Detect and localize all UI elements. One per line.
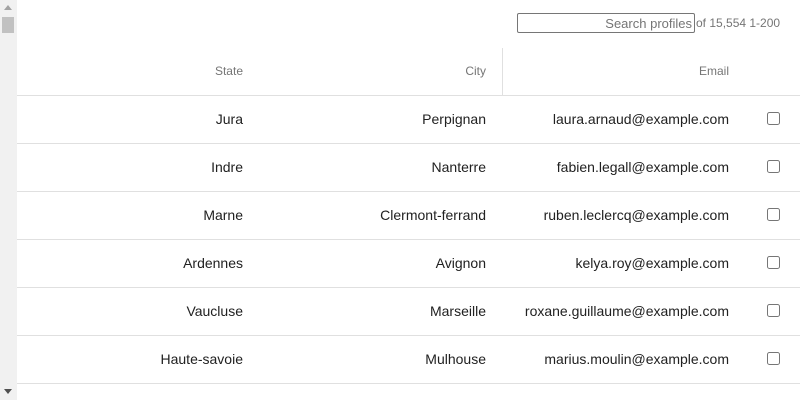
row-select-checkbox-wrapper — [767, 112, 780, 125]
table-toolbar: of 15,554 1-200 — [17, 0, 800, 48]
profiles-table-view: of 15,554 1-200 State City Email Jura Per… — [0, 0, 800, 400]
row-select-checkbox[interactable] — [767, 208, 780, 221]
table-row[interactable]: Indre Nanterre fabien.legall@example.com — [17, 144, 800, 192]
row-select-checkbox-wrapper — [767, 256, 780, 269]
column-header-email[interactable]: Email — [503, 48, 729, 95]
search-profiles-input[interactable] — [517, 13, 695, 33]
cell-city: Clermont-ferrand — [380, 207, 486, 223]
table-row[interactable]: Ardennes Avignon kelya.roy@example.com — [17, 240, 800, 288]
row-select-checkbox[interactable] — [767, 304, 780, 317]
cell-state: Ardennes — [183, 255, 243, 271]
column-header-city[interactable]: City — [243, 48, 486, 95]
scroll-up-arrow-icon[interactable] — [4, 5, 12, 10]
table-body: Jura Perpignan laura.arnaud@example.com Ind… — [17, 96, 800, 384]
table-row[interactable]: Marne Clermont-ferrand ruben.leclercq@exam… — [17, 192, 800, 240]
cell-state: Haute-savoie — [160, 351, 244, 367]
cell-email: marius.moulin@example.com — [544, 351, 729, 367]
cell-city: Mulhouse — [425, 351, 486, 367]
cell-city: Perpignan — [422, 111, 486, 127]
cell-email: laura.arnaud@example.com — [552, 111, 729, 127]
row-select-checkbox[interactable] — [767, 112, 780, 125]
cell-email: ruben.leclercq@example.com — [543, 207, 729, 223]
row-select-checkbox-wrapper — [767, 304, 780, 317]
cell-state: Indre — [211, 159, 243, 175]
row-select-checkbox[interactable] — [767, 160, 780, 173]
table-row[interactable]: Haute-savoie Mulhouse marius.moulin@exampl… — [17, 336, 800, 384]
cell-city: Avignon — [435, 255, 486, 271]
cell-city: Marseille — [429, 303, 486, 319]
table-row[interactable]: Vaucluse Marseille roxane.guillaume@exampl… — [17, 288, 800, 336]
cell-state: Marne — [203, 207, 243, 223]
row-select-checkbox[interactable] — [767, 256, 780, 269]
vertical-scrollbar[interactable] — [0, 0, 17, 400]
cell-email: fabien.legall@example.com — [556, 159, 729, 175]
table-header: State City Email — [17, 48, 800, 96]
cell-state: Jura — [215, 111, 243, 127]
row-select-checkbox-wrapper — [767, 160, 780, 173]
row-select-checkbox[interactable] — [767, 352, 780, 365]
cell-city: Nanterre — [431, 159, 486, 175]
row-select-checkbox-wrapper — [767, 352, 780, 365]
cell-email: roxane.guillaume@example.com — [524, 303, 729, 319]
pagination-text: of 15,554 1-200 — [696, 16, 781, 30]
cell-email: kelya.roy@example.com — [575, 255, 730, 271]
column-header-state[interactable]: State — [17, 48, 243, 95]
table-row[interactable]: Jura Perpignan laura.arnaud@example.com — [17, 96, 800, 144]
row-select-checkbox-wrapper — [767, 208, 780, 221]
scroll-thumb[interactable] — [2, 17, 14, 33]
pagination-info: of 15,554 1-200 — [696, 16, 780, 30]
scroll-down-arrow-icon[interactable] — [4, 389, 12, 394]
cell-state: Vaucluse — [186, 303, 243, 319]
